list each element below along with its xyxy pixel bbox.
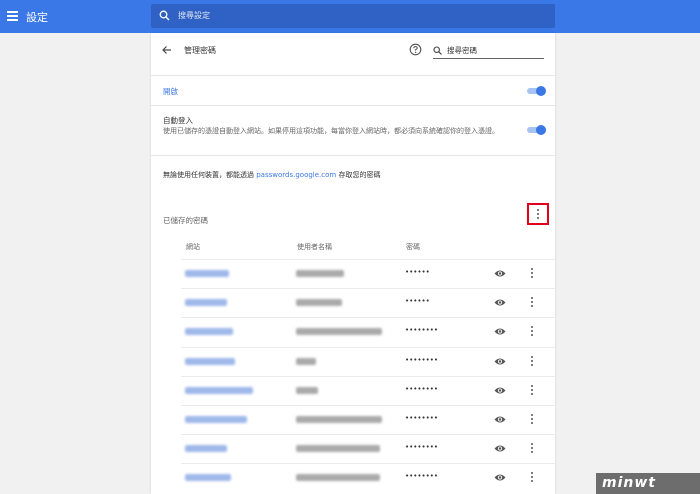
password-row: ••••••	[181, 259, 555, 288]
app-title: 設定	[26, 11, 48, 24]
column-header-site: 網站	[186, 243, 200, 251]
site-link[interactable]	[185, 328, 233, 336]
watermark-text: minwt	[602, 475, 656, 491]
search-icon	[433, 46, 442, 55]
saved-passwords-title: 已儲存的密碼	[163, 216, 208, 225]
settings-search-placeholder: 搜尋設定	[178, 11, 210, 20]
sync-info: 無論使用任何裝置，都能透過 passwords.google.com 存取您的密…	[163, 170, 380, 180]
more-vert-icon[interactable]	[531, 326, 534, 338]
password-row: ••••••••	[181, 317, 555, 346]
password-value: ••••••••	[405, 355, 439, 364]
site-link[interactable]	[185, 270, 229, 277]
more-vert-icon[interactable]	[531, 355, 534, 368]
password-search-placeholder: 搜尋密碼	[447, 46, 477, 55]
password-value: ••••••••	[405, 326, 439, 335]
menu-icon[interactable]	[7, 11, 18, 21]
page-title: 管理密碼	[184, 46, 216, 55]
show-password-icon[interactable]	[494, 327, 506, 336]
site-link[interactable]	[185, 474, 231, 482]
auto-signin-description: 使用已儲存的憑證自動登入網站。如果停用這項功能，每當你登入網站時，都必須向系統確…	[163, 127, 499, 135]
search-icon	[159, 10, 170, 21]
show-password-icon[interactable]	[494, 473, 506, 482]
password-row: ••••••••	[181, 405, 555, 434]
more-vert-icon[interactable]	[531, 472, 534, 484]
offer-save-label: 開啟	[163, 87, 178, 96]
auto-signin-title: 自動登入	[163, 116, 193, 125]
password-value: ••••••••	[405, 384, 439, 393]
password-row: ••••••	[181, 288, 555, 317]
auto-signin-toggle[interactable]	[527, 125, 546, 135]
manage-passwords-card: 管理密碼 搜尋密碼 開啟 自動登入 使用已儲存的憑證自動登入網站。如果停用這項功…	[151, 33, 555, 494]
username-value	[296, 474, 380, 482]
site-link[interactable]	[185, 299, 227, 307]
sync-suffix: 存取您的密碼	[336, 171, 381, 179]
password-value: ••••••	[405, 268, 430, 276]
divider	[151, 75, 555, 76]
username-value	[296, 416, 382, 423]
site-link[interactable]	[185, 386, 253, 394]
password-value: ••••••••	[405, 414, 439, 422]
show-password-icon[interactable]	[494, 357, 506, 366]
divider	[151, 155, 555, 156]
more-vert-icon[interactable]	[531, 414, 534, 426]
more-vert-icon[interactable]	[531, 384, 534, 397]
password-row: ••••••••	[181, 375, 555, 405]
back-arrow-icon[interactable]	[161, 44, 173, 56]
column-header-password: 密碼	[406, 243, 420, 251]
show-password-icon[interactable]	[494, 415, 506, 424]
password-row: ••••••••	[181, 346, 555, 376]
more-vert-icon[interactable]	[531, 297, 534, 309]
show-password-icon[interactable]	[494, 298, 506, 307]
watermark: minwt	[596, 473, 700, 494]
more-vert-icon[interactable]	[531, 443, 534, 455]
help-icon[interactable]	[409, 43, 422, 56]
password-value: ••••••••	[405, 443, 439, 452]
more-vert-icon	[537, 209, 540, 221]
sync-prefix: 無論使用任何裝置，都能透過	[163, 171, 257, 179]
top-bar: 設定 搜尋設定	[0, 0, 700, 33]
site-link[interactable]	[185, 357, 235, 365]
column-header-username: 使用者名稱	[297, 243, 332, 251]
password-row: ••••••••	[181, 434, 555, 463]
saved-passwords-more-button[interactable]	[527, 203, 549, 225]
show-password-icon[interactable]	[494, 386, 506, 395]
divider	[151, 105, 555, 106]
passwords-google-link[interactable]: passwords.google.com	[256, 171, 336, 179]
username-value	[296, 299, 342, 307]
site-link[interactable]	[185, 445, 227, 453]
password-search-input[interactable]: 搜尋密碼	[433, 43, 544, 59]
username-value	[296, 357, 316, 365]
password-row: ••••••••	[181, 463, 555, 492]
settings-search-input[interactable]: 搜尋設定	[151, 4, 555, 28]
username-value	[296, 328, 382, 336]
username-value	[296, 445, 380, 453]
username-value	[296, 386, 318, 394]
site-link[interactable]	[185, 416, 247, 423]
more-vert-icon[interactable]	[531, 268, 534, 280]
show-password-icon[interactable]	[494, 444, 506, 453]
password-value: ••••••	[405, 297, 430, 306]
offer-save-toggle[interactable]	[527, 86, 546, 96]
password-value: ••••••••	[405, 472, 439, 481]
username-value	[296, 270, 344, 277]
show-password-icon[interactable]	[494, 269, 506, 278]
